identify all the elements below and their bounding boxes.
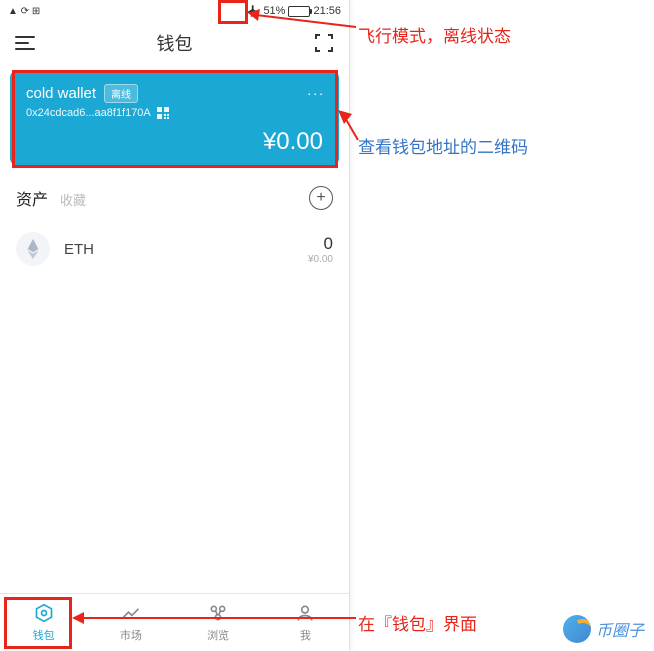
asset-row[interactable]: ETH 0 ¥0.00: [0, 222, 349, 276]
asset-amount: 0: [308, 234, 333, 254]
wallet-address: 0x24cdcad6...aa8f1f170A: [26, 107, 151, 119]
asset-symbol: ETH: [64, 241, 308, 258]
annotation-text-airplane: 飞行模式，离线状态: [358, 22, 511, 47]
menu-icon[interactable]: [14, 32, 36, 54]
wallet-more-button[interactable]: ...: [307, 82, 325, 98]
tab-me[interactable]: 我: [262, 594, 349, 651]
watermark-logo-icon: [563, 615, 591, 643]
status-right: 51% 21:56: [246, 4, 341, 18]
tab-browse[interactable]: 浏览: [175, 594, 262, 651]
wallet-tab-icon: [33, 602, 55, 624]
offline-badge: 离线: [104, 84, 138, 103]
status-left-icons: ▲ ⟳ ⊞: [8, 6, 40, 17]
tab-favorites[interactable]: 收藏: [60, 190, 86, 209]
tab-bar: 钱包 市场 浏览 我: [0, 593, 349, 651]
airplane-icon: [246, 4, 260, 18]
wallet-name: cold wallet: [26, 85, 96, 102]
asset-fiat: ¥0.00: [308, 254, 333, 265]
app-header: 钱包: [0, 22, 349, 64]
tab-label: 浏览: [207, 627, 229, 643]
phone-frame: ▲ ⟳ ⊞ 51% 21:56 钱包 cold wallet 离线 ... 0x…: [0, 0, 350, 651]
tab-label: 钱包: [33, 627, 55, 643]
battery-icon: [288, 6, 310, 17]
scan-icon[interactable]: [313, 32, 335, 54]
annotation-text-qr: 查看钱包地址的二维码: [358, 133, 528, 158]
status-bar: ▲ ⟳ ⊞ 51% 21:56: [0, 0, 349, 22]
tab-wallet[interactable]: 钱包: [0, 594, 87, 651]
battery-percent: 51%: [263, 5, 285, 17]
tab-label: 市场: [120, 627, 142, 643]
eth-icon: [16, 232, 50, 266]
tab-assets[interactable]: 资产: [16, 186, 48, 210]
asset-section-header: 资产 收藏 +: [0, 180, 349, 222]
watermark: 币圈子: [563, 615, 644, 643]
browse-tab-icon: [207, 602, 229, 624]
status-time: 21:56: [313, 5, 341, 17]
qr-icon[interactable]: [157, 107, 169, 119]
annotation-text-tab: 在『钱包』界面: [358, 610, 477, 635]
watermark-text: 币圈子: [596, 617, 644, 641]
me-tab-icon: [294, 602, 316, 624]
add-asset-button[interactable]: +: [309, 186, 333, 210]
page-title: 钱包: [157, 30, 193, 56]
wallet-card[interactable]: cold wallet 离线 ... 0x24cdcad6...aa8f1f17…: [10, 70, 339, 166]
tab-market[interactable]: 市场: [87, 594, 174, 651]
tab-label: 我: [300, 627, 311, 643]
wallet-balance: ¥0.00: [263, 128, 323, 156]
market-tab-icon: [120, 602, 142, 624]
